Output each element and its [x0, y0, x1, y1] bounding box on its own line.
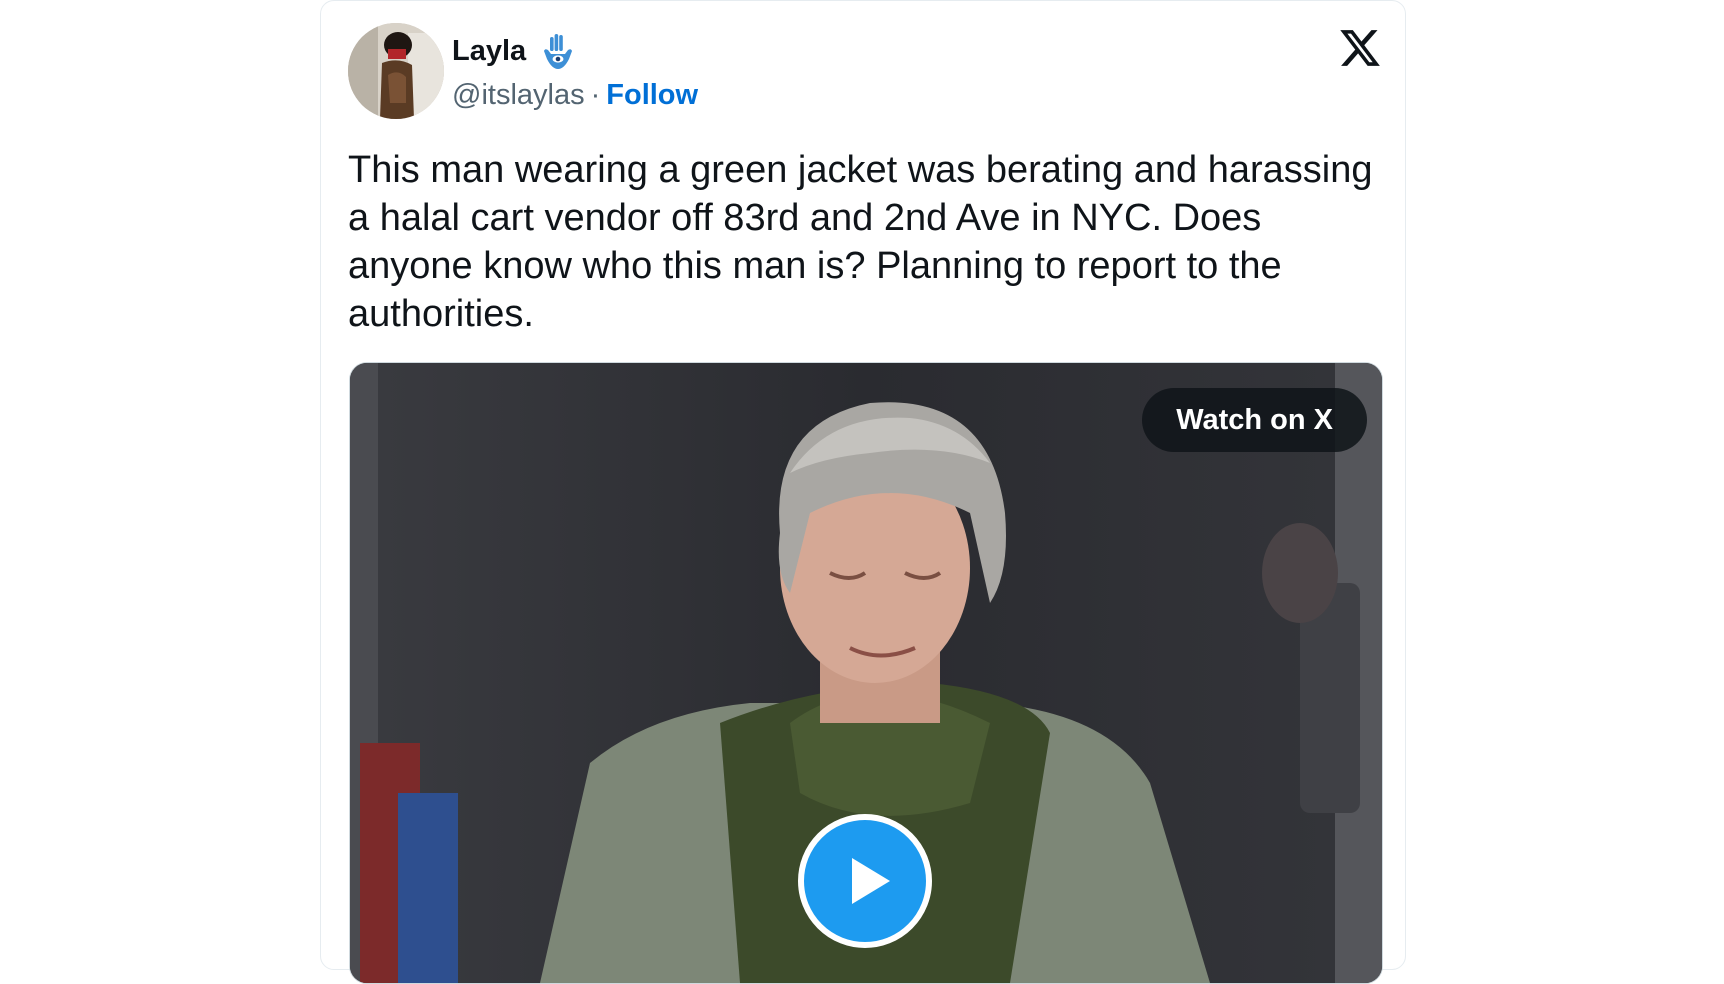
author-handle-row: @itslaylas · Follow [452, 77, 698, 113]
author-handle[interactable]: @itslaylas [452, 79, 585, 111]
watch-on-x-button[interactable]: Watch on X [1142, 388, 1367, 452]
x-logo-icon[interactable] [1338, 26, 1382, 70]
play-icon[interactable] [798, 814, 932, 948]
author-avatar[interactable] [348, 23, 444, 119]
video-player[interactable]: Watch on X [349, 362, 1383, 984]
separator-dot: · [590, 79, 601, 111]
follow-button[interactable]: Follow [606, 79, 698, 111]
hamsa-icon [542, 33, 574, 71]
tweet-text: This man wearing a green jacket was bera… [348, 149, 1373, 335]
author-display-name[interactable]: Layla [452, 33, 526, 69]
tweet-embed-card: Layla @itslaylas · Follow This man wearing… [320, 0, 1406, 984]
